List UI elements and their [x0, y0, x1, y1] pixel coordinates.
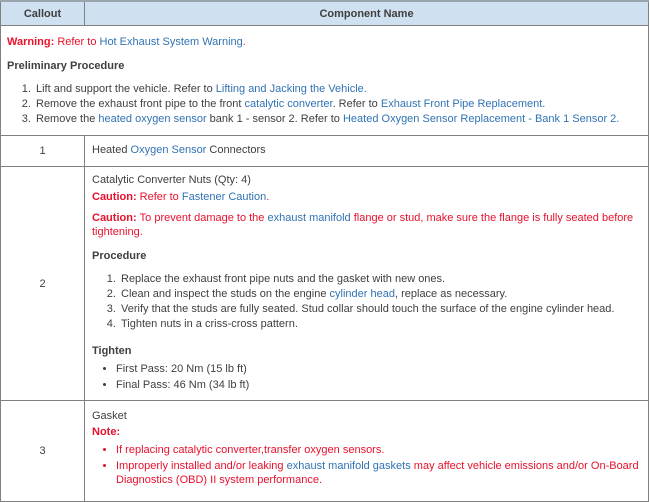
text-segment: Replace the exhaust front pipe nuts and … [121, 273, 446, 285]
text-segment: Caution: [92, 191, 140, 203]
callout-number-3: 3 [0, 400, 85, 502]
procedure-step-3: Verify that the studs are fully seated. … [119, 302, 641, 316]
hyperlink[interactable]: cylinder head [330, 288, 395, 300]
text-segment: Refer to [139, 191, 182, 203]
hyperlink[interactable]: Oxygen Sensor [131, 144, 207, 156]
component-name-1: Heated Oxygen Sensor Connectors [92, 143, 641, 157]
component-name-column-header: Component Name [84, 0, 649, 26]
component-callout-table: Callout Component Name Warning: Refer to… [0, 0, 649, 502]
text-segment: Remove the [36, 113, 99, 125]
table-header-row: Callout Component Name [0, 0, 649, 26]
text-segment: Heated [92, 144, 131, 156]
preliminary-steps-list: Lift and support the vehicle. Refer to L… [7, 82, 642, 126]
hyperlink[interactable]: exhaust manifold [267, 212, 350, 224]
component-cell-1: Heated Oxygen Sensor Connectors [84, 135, 649, 167]
preliminary-step-2: Remove the exhaust front pipe to the fro… [34, 97, 642, 111]
text-segment: If replacing catalytic converter,transfe… [116, 444, 385, 456]
note-item-1: If replacing catalytic converter,transfe… [116, 443, 641, 457]
text-segment: Clean and inspect the studs on the engin… [121, 288, 330, 300]
text-segment: Lift and support the vehicle. Refer to [36, 83, 216, 95]
tighten-first-pass: First Pass: 20 Nm (15 lb ft) [116, 362, 641, 376]
fastener-caution-text: Caution: Refer to Fastener Caution. [92, 190, 641, 204]
text-segment: . Refer to [332, 98, 381, 110]
table-row-callout-2: 2 Catalytic Converter Nuts (Qty: 4) Caut… [0, 166, 649, 401]
procedure-title: Procedure [92, 250, 147, 262]
hyperlink[interactable]: Heated Oxygen Sensor Replacement - Bank … [343, 113, 619, 125]
table-row-callout-1: 1 Heated Oxygen Sensor Connectors [0, 135, 649, 167]
table-row-callout-3: 3 Gasket Note: If replacing catalytic co… [0, 400, 649, 502]
procedure-step-2: Clean and inspect the studs on the engin… [119, 287, 641, 301]
hyperlink[interactable]: Hot Exhaust System Warning [100, 36, 243, 48]
text-segment: Connectors [206, 144, 266, 156]
callout-number-2: 2 [0, 166, 85, 401]
hyperlink[interactable]: exhaust manifold gaskets [287, 460, 411, 472]
note-item-2: Improperly installed and/or leaking exha… [116, 459, 641, 487]
text-segment: Verify that the studs are fully seated. … [121, 303, 615, 315]
tighten-title: Tighten [92, 345, 132, 357]
component-cell-3: Gasket Note: If replacing catalytic conv… [84, 400, 649, 502]
hot-exhaust-warning-text: Warning: Refer to Hot Exhaust System War… [7, 35, 642, 49]
preliminary-step-1: Lift and support the vehicle. Refer to L… [34, 82, 642, 96]
procedure-step-1: Replace the exhaust front pipe nuts and … [119, 272, 641, 286]
tighten-specs-list: First Pass: 20 Nm (15 lb ft) Final Pass:… [92, 362, 641, 392]
text-segment: Caution: [92, 212, 140, 224]
text-segment: To prevent damage to the [139, 212, 268, 224]
procedure-steps-list: Replace the exhaust front pipe nuts and … [92, 272, 641, 331]
preliminary-procedure-cell: Warning: Refer to Hot Exhaust System War… [0, 25, 649, 136]
tighten-final-pass: Final Pass: 46 Nm (34 lb ft) [116, 378, 641, 392]
callout-column-header: Callout [0, 0, 85, 26]
text-segment: , replace as necessary. [394, 288, 508, 300]
callout-number-1: 1 [0, 135, 85, 167]
hyperlink[interactable]: Exhaust Front Pipe Replacement. [381, 98, 545, 110]
text-segment: Tighten nuts in a criss-cross pattern. [121, 318, 298, 330]
hyperlink[interactable]: Lifting and Jacking the Vehicle. [216, 83, 367, 95]
text-segment: bank 1 - sensor 2. Refer to [206, 113, 343, 125]
hyperlink[interactable]: heated oxygen sensor [98, 113, 206, 125]
text-segment: Improperly installed and/or leaking [116, 460, 287, 472]
preliminary-procedure-title: Preliminary Procedure [7, 60, 125, 72]
hyperlink[interactable]: catalytic converter [245, 98, 333, 110]
procedure-step-4: Tighten nuts in a criss-cross pattern. [119, 317, 641, 331]
text-segment: . [266, 191, 270, 203]
component-cell-2: Catalytic Converter Nuts (Qty: 4) Cautio… [84, 166, 649, 401]
component-name-2: Catalytic Converter Nuts (Qty: 4) [92, 174, 251, 186]
hyperlink[interactable]: Fastener Caution [182, 191, 266, 203]
preliminary-procedure-row: Warning: Refer to Hot Exhaust System War… [0, 25, 649, 136]
preliminary-step-3: Remove the heated oxygen sensor bank 1 -… [34, 112, 642, 126]
note-title: Note: [92, 426, 121, 438]
text-segment: Warning: [7, 36, 58, 48]
text-segment: . [242, 36, 246, 48]
text-segment: Refer to [57, 36, 100, 48]
text-segment: Remove the exhaust front pipe to the fro… [36, 98, 245, 110]
note-list: If replacing catalytic converter,transfe… [92, 443, 641, 487]
flange-caution-text: Caution: To prevent damage to the exhaus… [92, 211, 641, 239]
